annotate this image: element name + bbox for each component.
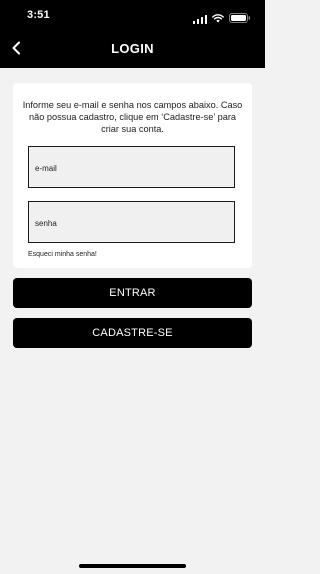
signup-button[interactable]: CADASTRE-SE bbox=[13, 318, 252, 348]
status-bar: 3:51 bbox=[0, 0, 265, 32]
email-field-container bbox=[28, 146, 235, 188]
info-text: Informe seu e-mail e senha nos campos ab… bbox=[22, 100, 243, 134]
status-icons bbox=[192, 10, 252, 28]
status-time: 3:51 bbox=[27, 9, 50, 21]
login-button[interactable]: ENTRAR bbox=[13, 278, 252, 308]
login-card: Informe seu e-mail e senha nos campos ab… bbox=[13, 83, 252, 268]
password-field-container bbox=[28, 201, 235, 243]
battery-icon bbox=[229, 10, 251, 28]
password-field[interactable] bbox=[29, 202, 234, 242]
forgot-password-link[interactable]: Esqueci minha senha! bbox=[28, 251, 97, 258]
wifi-icon bbox=[212, 10, 224, 28]
cellular-signal-icon bbox=[192, 14, 207, 24]
nav-bar: LOGIN bbox=[0, 32, 265, 68]
email-field[interactable] bbox=[29, 147, 234, 187]
page-title: LOGIN bbox=[111, 41, 154, 56]
home-indicator bbox=[79, 564, 186, 568]
